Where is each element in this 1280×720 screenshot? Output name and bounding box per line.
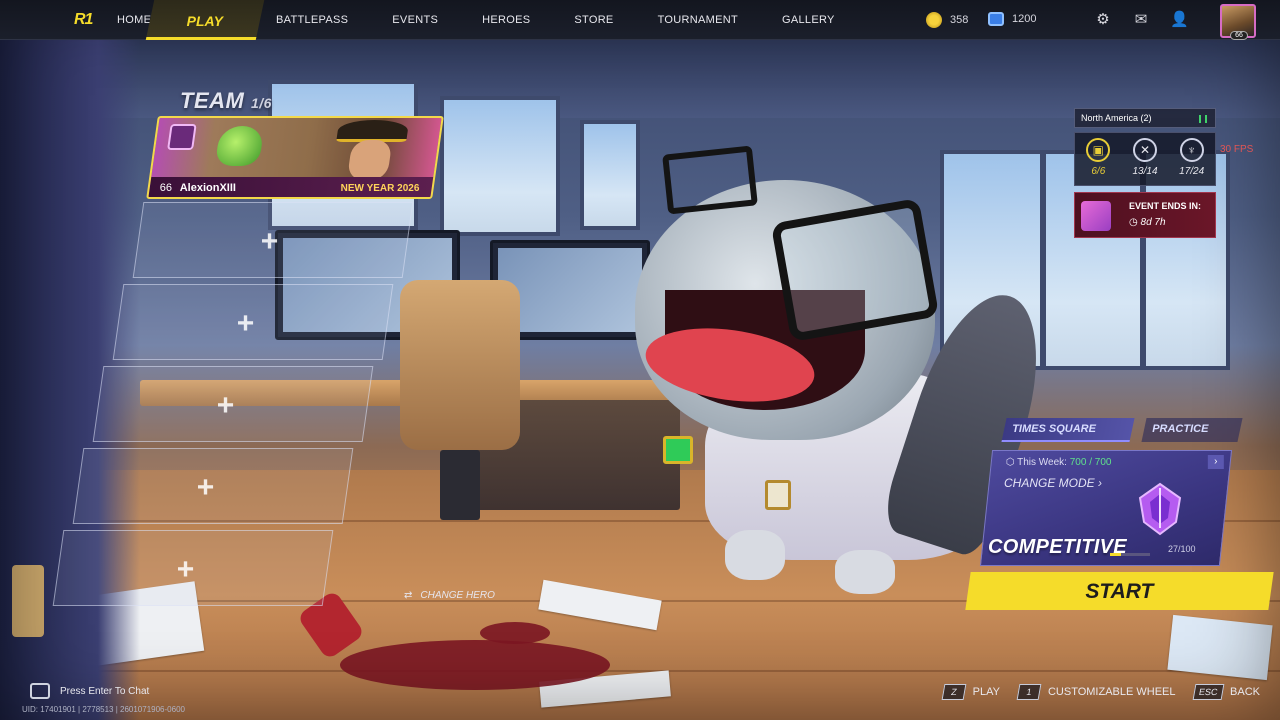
nav-events[interactable]: EVENTS [370,0,460,40]
hotkey-play[interactable]: Z PLAY [941,684,1000,700]
hotkey-bar: Z PLAY 1 CUSTOMIZABLE WHEEL ESC BACK [941,684,1260,700]
mode-name: COMPETITIVE [988,536,1127,558]
key-hint: Z [941,684,967,700]
paper [1167,614,1273,681]
coin-balance[interactable]: 358 [926,12,968,28]
stat-trophies[interactable]: ♆ 17/24 [1168,133,1215,185]
stat-value: 17/24 [1179,166,1205,177]
weekly-progress: ⬡ This Week: 700 / 700 [1005,457,1112,468]
coin-icon [926,12,942,28]
friends-icon[interactable]: 👤 [1170,12,1189,28]
office-window [440,96,560,236]
hero-gem [663,436,693,464]
floor-line [0,670,1280,672]
nav-heroes[interactable]: HEROES [460,0,552,40]
hotkey-label: CUSTOMIZABLE WHEEL [1047,686,1176,698]
change-mode-button[interactable]: CHANGE MODE › [1004,476,1102,490]
empty-team-slot[interactable]: + [132,202,414,278]
office-chair [400,280,520,450]
spilled-drink [340,640,610,690]
crossed-swords-icon: ✕ [1133,138,1157,162]
mail-icon[interactable]: ✉ [1132,12,1150,28]
hero-foot [725,530,785,580]
fps-counter: 30 FPS [1220,144,1254,155]
change-hero-label: CHANGE HERO [420,590,495,601]
avatar[interactable]: 66 [1220,4,1256,40]
top-navigation-bar: R1 HOME PLAY BATTLEPASS EVENTS HEROES ST… [0,0,1280,40]
kettle-decoration-icon [214,126,265,166]
key-hint: 1 [1016,684,1042,700]
mode-tabs: TIMES SQUARE PRACTICE [1001,418,1243,442]
gear-icon[interactable]: ⚙ [1094,12,1112,28]
hero-glasses-left [662,145,758,215]
unit-icon [988,12,1004,26]
swap-icon: ⇄ [404,590,413,601]
player-emblem-icon [167,124,197,150]
hotkey-customizable-wheel[interactable]: 1 CUSTOMIZABLE WHEEL [1016,684,1176,700]
unit-balance[interactable]: 1200 [988,12,1036,26]
chevron-right-icon[interactable]: › [1207,455,1224,469]
tab-practice[interactable]: PRACTICE [1141,418,1243,442]
player-card[interactable]: 66 AlexionXIII NEW YEAR 2026 [146,116,444,199]
chair-base [440,450,480,520]
hotkey-label: PLAY [972,686,1000,698]
player-level: 66 [159,182,172,194]
stat-matches[interactable]: ✕ 13/14 [1122,133,1169,185]
empty-team-slot[interactable]: + [112,284,394,360]
badge-icon: ▣ [1086,138,1111,162]
uid-text: UID: 17401901 | 2778513 | 2601071906-060… [22,705,185,714]
spilled-drink [480,622,550,644]
hero-badge [765,480,791,510]
region-selector[interactable]: North America (2) [1074,108,1216,128]
game-logo[interactable]: R1 [74,11,93,29]
nav-play[interactable]: PLAY [145,0,265,40]
change-hero-button[interactable]: ⇄ CHANGE HERO [404,590,495,601]
player-name: AlexionXIII [179,182,236,194]
signal-icon [1199,115,1207,123]
nav-store[interactable]: STORE [552,0,635,40]
team-title: TEAM 1/6 [180,88,272,113]
stat-value: 13/14 [1132,166,1158,177]
start-button[interactable]: START [965,572,1274,610]
mug [12,565,44,637]
rank-progress-bar [1110,553,1150,556]
stat-badges[interactable]: ▣ 6/6 [1075,133,1122,185]
hero-glasses-right [770,197,940,343]
chat-placeholder: Press Enter To Chat [60,685,150,697]
progress-stats: ▣ 6/6 ✕ 13/14 ♆ 17/24 [1074,132,1216,186]
rank-progress-value: 27/100 [1168,544,1196,554]
tab-times-square[interactable]: TIMES SQUARE [1001,418,1135,442]
empty-team-slot[interactable]: + [72,448,354,524]
hat-decoration-icon [336,120,410,142]
player-card-tag: NEW YEAR 2026 [340,183,420,194]
nav-play-label: PLAY [186,13,223,29]
unit-amount: 1200 [1012,13,1037,25]
character-portrait [346,140,393,180]
region-name: North America (2) [1081,113,1152,123]
rank-emblem-icon [1138,482,1182,536]
hotkey-back[interactable]: ESC BACK [1192,684,1260,700]
empty-team-slot[interactable]: + [92,366,374,442]
stat-value: 6/6 [1091,166,1106,177]
nav-gallery[interactable]: GALLERY [760,0,857,40]
nav-battlepass[interactable]: BATTLEPASS [254,0,370,40]
hero-foot [835,550,895,594]
empty-team-slot[interactable]: + [52,530,334,606]
event-banner[interactable]: EVENT ENDS IN: ◷ 8d 7h [1074,192,1216,238]
avatar-level: 66 [1230,31,1248,40]
gift-icon [1081,201,1111,231]
event-label: EVENT ENDS IN: [1129,201,1202,211]
key-hint: ESC [1192,684,1224,700]
coin-amount: 358 [950,14,969,26]
start-label: START [1085,580,1154,603]
chat-bubble-icon [30,683,50,699]
chat-input[interactable]: Press Enter To Chat [30,683,149,699]
team-count: 1/6 [250,95,272,111]
hotkey-label: BACK [1230,686,1260,698]
nav-tournament[interactable]: TOURNAMENT [636,0,760,40]
trophy-icon: ♆ [1179,138,1204,162]
event-timer: ◷ 8d 7h [1129,217,1166,228]
